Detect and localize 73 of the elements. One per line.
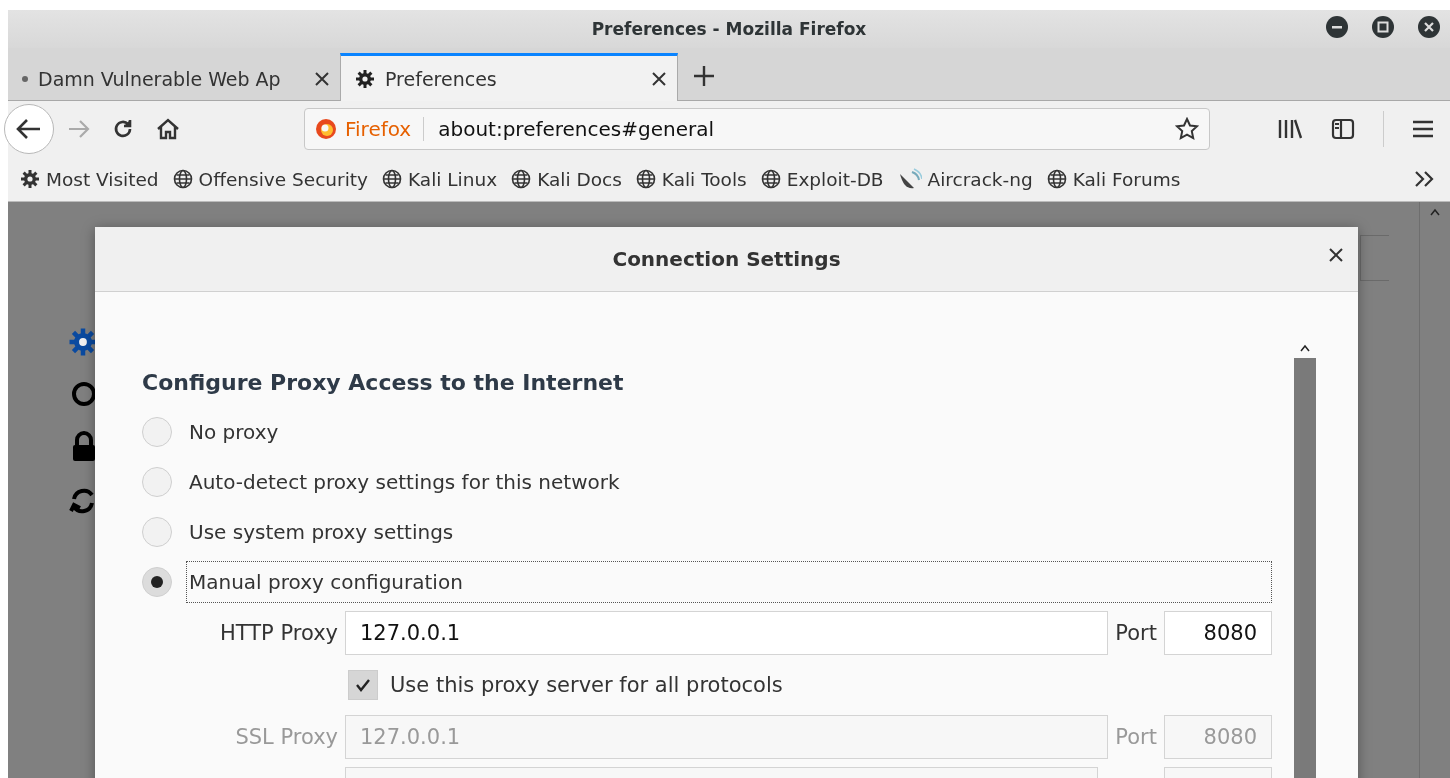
scroll-up-icon[interactable] xyxy=(1299,344,1311,352)
proxy-host-field[interactable]: 127.0.0.1 xyxy=(345,611,1109,655)
bookmark-label: Kali Tools xyxy=(661,168,747,190)
close-button[interactable] xyxy=(1418,16,1440,38)
checkbox-label: Use this proxy server for all protocols xyxy=(390,673,783,697)
bookmark-label: Exploit-DB xyxy=(786,168,884,190)
tab-title: Preferences xyxy=(385,67,498,90)
globe-icon xyxy=(760,169,781,189)
radio-button[interactable] xyxy=(142,517,172,547)
close-icon xyxy=(651,70,667,87)
radio-label: No proxy xyxy=(188,419,280,446)
minimize-button[interactable] xyxy=(1326,16,1348,38)
proxy-label: HTTP Proxy xyxy=(219,621,338,645)
new-tab-button[interactable] xyxy=(692,64,716,88)
close-icon xyxy=(1328,247,1344,263)
bookmark-link[interactable]: Most Visited xyxy=(20,168,159,190)
menu-button[interactable] xyxy=(1412,119,1434,139)
globe-icon xyxy=(382,169,402,189)
gear-icon xyxy=(20,169,40,189)
bookmark-link[interactable]: Kali Forums xyxy=(1046,168,1181,190)
radio-label: Auto-detect proxy settings for this network xyxy=(188,469,621,496)
window-title: Preferences - Mozilla Firefox xyxy=(591,19,867,39)
gear-icon xyxy=(355,68,375,89)
section-heading: Configure Proxy Access to the Internet xyxy=(142,370,625,395)
dot-icon xyxy=(22,75,28,82)
bookmark-star-button[interactable] xyxy=(1175,117,1199,141)
bookmark-link[interactable]: Kali Linux xyxy=(382,168,498,190)
back-arrow-icon xyxy=(16,118,42,140)
browser-tab[interactable]: Preferences xyxy=(340,53,678,101)
url-text: about:preferences#general xyxy=(437,117,716,141)
back-button[interactable] xyxy=(4,104,54,154)
tab-title: Damn Vulnerable Web Ap xyxy=(38,67,282,90)
sidebar-button[interactable] xyxy=(1331,118,1355,140)
port-label: Port xyxy=(1115,621,1157,645)
radio-label: Use system proxy settings xyxy=(188,519,455,546)
bookmark-label: Kali Linux xyxy=(408,168,498,190)
proxy-label: SSL Proxy xyxy=(234,725,338,749)
globe-icon xyxy=(635,169,656,189)
site-identity: Firefox xyxy=(345,117,425,141)
address-bar[interactable]: Firefox about:preferences#general xyxy=(304,108,1210,150)
check-icon xyxy=(355,678,371,692)
browser-tab[interactable]: Damn Vulnerable Web Ap xyxy=(8,53,340,101)
bookmark-label: Most Visited xyxy=(46,168,159,190)
dialog-close-button[interactable] xyxy=(1328,247,1344,263)
dialog-title: Connection Settings xyxy=(612,247,841,271)
globe-icon xyxy=(172,169,193,189)
reload-button[interactable] xyxy=(112,118,134,140)
radio-button[interactable] xyxy=(142,417,172,447)
globe-icon xyxy=(1046,169,1067,189)
port-field[interactable]: 8080 xyxy=(1164,611,1272,655)
radio-label: Manual proxy configuration xyxy=(186,561,1272,603)
dialog-scrollbar[interactable] xyxy=(1294,344,1316,778)
fox-logo-icon xyxy=(315,118,337,140)
port-label: Port xyxy=(1115,725,1157,749)
globe-icon xyxy=(511,169,532,189)
tab-close-button[interactable] xyxy=(651,70,667,87)
tab-close-button[interactable] xyxy=(314,70,330,87)
radio-button[interactable] xyxy=(142,567,172,597)
bookmark-link[interactable]: Aircrack-ng xyxy=(897,168,1033,190)
home-button[interactable] xyxy=(156,118,180,140)
radio-button[interactable] xyxy=(142,467,172,497)
close-icon xyxy=(314,70,330,87)
bookmark-label: Aircrack-ng xyxy=(927,168,1033,190)
bookmark-link[interactable]: Exploit-DB xyxy=(760,168,884,190)
bookmark-link[interactable]: Kali Tools xyxy=(635,168,747,190)
library-button[interactable] xyxy=(1277,118,1303,140)
checkbox[interactable] xyxy=(348,670,378,700)
maximize-button[interactable] xyxy=(1372,16,1394,38)
bookmark-label: Kali Forums xyxy=(1072,168,1181,190)
more-bookmarks-button[interactable] xyxy=(1414,170,1436,188)
satellite-dish-icon xyxy=(897,168,922,190)
bookmark-label: Kali Docs xyxy=(537,168,622,190)
bookmark-link[interactable]: Kali Docs xyxy=(511,168,622,190)
